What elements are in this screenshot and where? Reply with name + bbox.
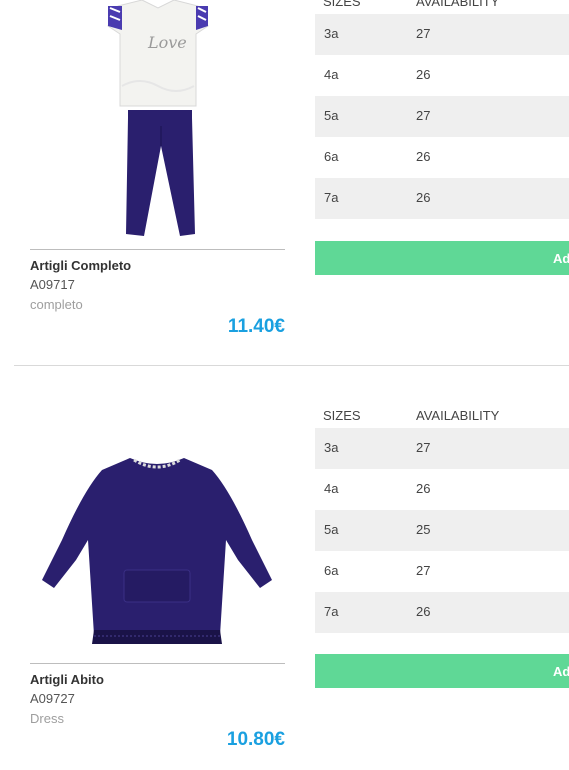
sizes-header: SIZES bbox=[323, 408, 361, 423]
size-cell: 4a bbox=[324, 67, 339, 82]
tshirt-illustration: Love bbox=[107, 0, 209, 107]
product-category: Dress bbox=[30, 711, 64, 726]
sizes-header: SIZES bbox=[323, 0, 361, 9]
divider-line bbox=[30, 249, 285, 250]
size-cell: 5a bbox=[324, 108, 339, 123]
product-image[interactable] bbox=[30, 430, 285, 652]
table-row: 6a 26 bbox=[315, 137, 569, 178]
add-to-cart-button[interactable]: Ad bbox=[315, 241, 569, 275]
table-row: 3a 27 bbox=[315, 428, 569, 469]
add-button-label: Ad bbox=[553, 251, 569, 266]
size-cell: 7a bbox=[324, 190, 339, 205]
svg-text:Love: Love bbox=[147, 33, 187, 52]
availability-cell: 26 bbox=[416, 190, 431, 205]
availability-header: AVAILABILITY bbox=[416, 408, 500, 423]
product-code: A09717 bbox=[30, 277, 75, 292]
add-button-label: Ad bbox=[553, 664, 569, 679]
availability-cell: 26 bbox=[416, 149, 431, 164]
size-cell: 6a bbox=[324, 149, 339, 164]
size-cell: 7a bbox=[324, 604, 339, 619]
availability-cell: 27 bbox=[416, 26, 431, 41]
availability-cell: 27 bbox=[416, 563, 431, 578]
product-image[interactable]: Love bbox=[30, 0, 285, 246]
sizes-table: SIZES AVAILABILITY 3a 27 4a 26 5a 27 6a … bbox=[315, 0, 569, 219]
availability-cell: 26 bbox=[416, 67, 431, 82]
table-row: 3a 27 bbox=[315, 14, 569, 55]
availability-cell: 27 bbox=[416, 440, 431, 455]
table-row: 7a 26 bbox=[315, 178, 569, 219]
product-code: A09727 bbox=[30, 691, 75, 706]
availability-header: AVAILABILITY bbox=[416, 0, 500, 9]
size-cell: 3a bbox=[324, 440, 339, 455]
sizes-table: SIZES AVAILABILITY 3a 27 4a 26 5a 25 6a … bbox=[315, 408, 569, 633]
product-price: 10.80€ bbox=[226, 729, 285, 750]
product-price: 11.40€ bbox=[227, 316, 285, 337]
table-row: 7a 26 bbox=[315, 592, 569, 633]
table-header: SIZES AVAILABILITY bbox=[315, 408, 569, 428]
product-separator bbox=[14, 365, 569, 366]
availability-cell: 25 bbox=[416, 522, 431, 537]
leggings-illustration bbox=[126, 110, 195, 236]
size-cell: 3a bbox=[324, 26, 339, 41]
size-cell: 5a bbox=[324, 522, 339, 537]
product-name[interactable]: Artigli Abito bbox=[30, 672, 104, 687]
table-header: SIZES AVAILABILITY bbox=[315, 0, 569, 14]
table-row: 4a 26 bbox=[315, 55, 569, 96]
divider-line bbox=[30, 663, 285, 664]
table-row: 5a 27 bbox=[315, 96, 569, 137]
dress-illustration bbox=[42, 458, 272, 644]
product-card: Love Artigli Completo A09717 completo 11… bbox=[0, 0, 569, 356]
product-category: completo bbox=[30, 297, 83, 312]
product-card: Artigli Abito A09727 Dress 10.80€ SIZES … bbox=[0, 390, 569, 770]
table-row: 4a 26 bbox=[315, 469, 569, 510]
size-cell: 6a bbox=[324, 563, 339, 578]
table-row: 6a 27 bbox=[315, 551, 569, 592]
availability-cell: 26 bbox=[416, 481, 431, 496]
product-name[interactable]: Artigli Completo bbox=[30, 258, 131, 273]
table-row: 5a 25 bbox=[315, 510, 569, 551]
availability-cell: 26 bbox=[416, 604, 431, 619]
add-to-cart-button[interactable]: Ad bbox=[315, 654, 569, 688]
size-cell: 4a bbox=[324, 481, 339, 496]
availability-cell: 27 bbox=[416, 108, 431, 123]
